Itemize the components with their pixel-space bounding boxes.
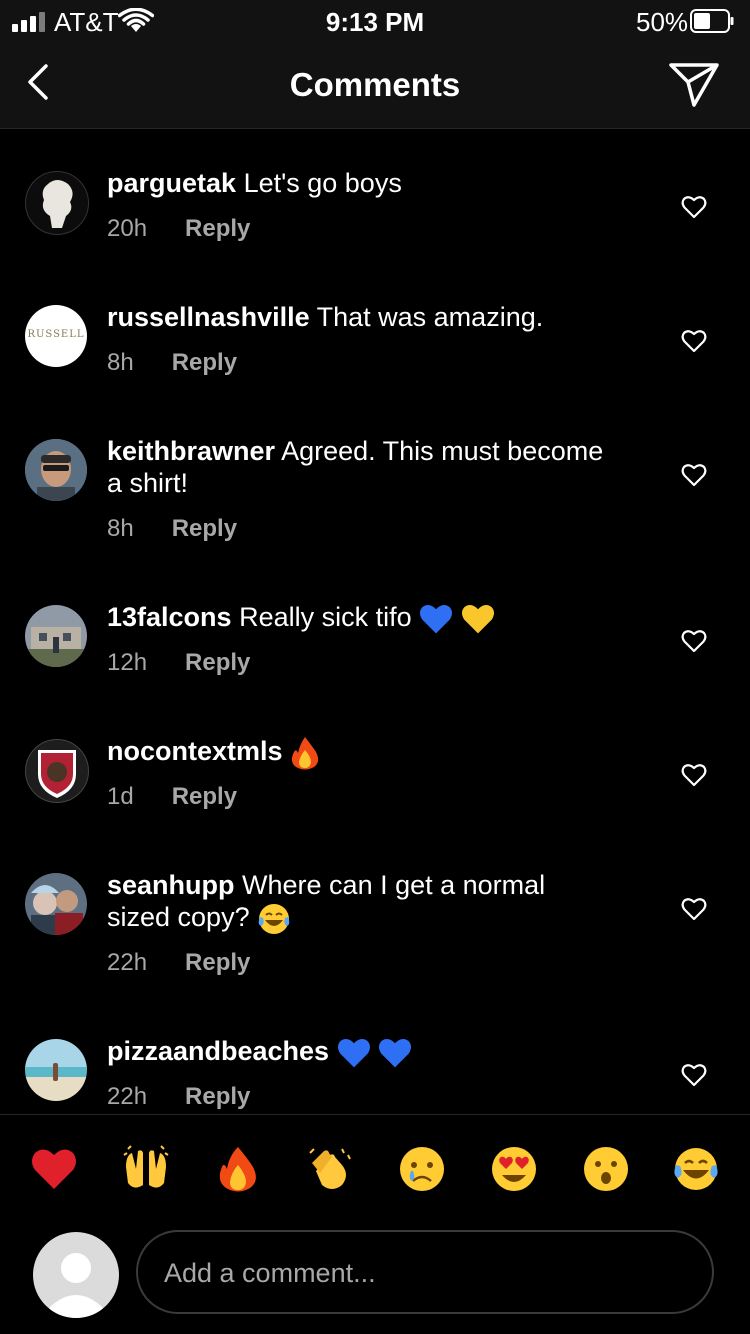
reply-button[interactable]: Reply [185,215,250,242]
comment-time: 8h [107,515,134,542]
heart-icon[interactable] [681,195,707,219]
avatar[interactable] [25,439,87,501]
emoji-quick-bar [0,1114,750,1223]
user-avatar [33,1232,119,1318]
comment-time: 1d [107,783,134,810]
comment-text: Really sick tifo [239,602,412,632]
tears-of-joy-icon[interactable] [672,1145,720,1193]
crying-face-icon[interactable] [398,1145,446,1193]
username[interactable]: pizzaandbeaches [107,1036,329,1066]
heart-icon[interactable] [681,329,707,353]
paper-plane-icon[interactable] [668,60,720,108]
reply-button[interactable]: Reply [172,783,237,810]
fire-icon [291,736,319,770]
avatar-text: RUSSELL [27,329,85,340]
battery-percent: 50% [636,7,689,37]
heart-eyes-icon[interactable] [490,1145,538,1193]
heart-icon[interactable] [681,763,707,787]
yellow-heart-icon [461,604,494,634]
comment-time: 22h [107,1083,148,1110]
username[interactable]: nocontextmls [107,736,283,766]
blue-heart-icon [379,1038,412,1068]
comment-input-container [136,1230,714,1314]
clapping-hands-icon[interactable] [306,1145,354,1193]
heart-icon[interactable] [681,897,707,921]
heart-icon[interactable] [681,1063,707,1087]
surprised-face-icon[interactable] [582,1145,630,1193]
avatar[interactable] [25,605,87,667]
comment-text: Let's go boys [243,168,402,198]
blue-heart-icon [337,1038,370,1068]
comment-time: 22h [107,949,148,976]
comment-input[interactable] [162,1232,696,1314]
comment-text: That was amazing. [316,302,544,332]
raising-hands-icon[interactable] [122,1145,170,1193]
reply-button[interactable]: Reply [185,949,250,976]
status-bar: AT&T 9:13 PM 50% [0,0,750,44]
reply-button[interactable]: Reply [185,649,250,676]
avatar[interactable]: RUSSELL [25,305,87,367]
battery-icon [690,9,734,33]
comment-time: 8h [107,349,134,376]
username[interactable]: keithbrawner [107,436,275,466]
avatar[interactable] [25,873,87,935]
username[interactable]: russellnashville [107,302,310,332]
red-heart-icon[interactable] [30,1145,78,1193]
comment-time: 12h [107,649,148,676]
heart-icon[interactable] [681,463,707,487]
reply-button[interactable]: Reply [185,1083,250,1110]
header: Comments [0,44,750,129]
tears-of-joy-icon [258,903,290,934]
username[interactable]: 13falcons [107,602,232,632]
blue-heart-icon [420,604,453,634]
reply-button[interactable]: Reply [172,349,237,376]
username[interactable]: seanhupp [107,870,235,900]
avatar[interactable] [25,171,89,235]
username[interactable]: parguetak [107,168,236,198]
avatar[interactable] [25,739,89,803]
heart-icon[interactable] [681,629,707,653]
comment-time: 20h [107,215,148,242]
reply-button[interactable]: Reply [172,515,237,542]
comments-list[interactable]: parguetak Let's go boys 20h Reply RUSSELL… [0,129,750,1114]
fire-icon[interactable] [214,1145,262,1193]
page-title: Comments [289,66,461,103]
avatar[interactable] [25,1039,87,1101]
